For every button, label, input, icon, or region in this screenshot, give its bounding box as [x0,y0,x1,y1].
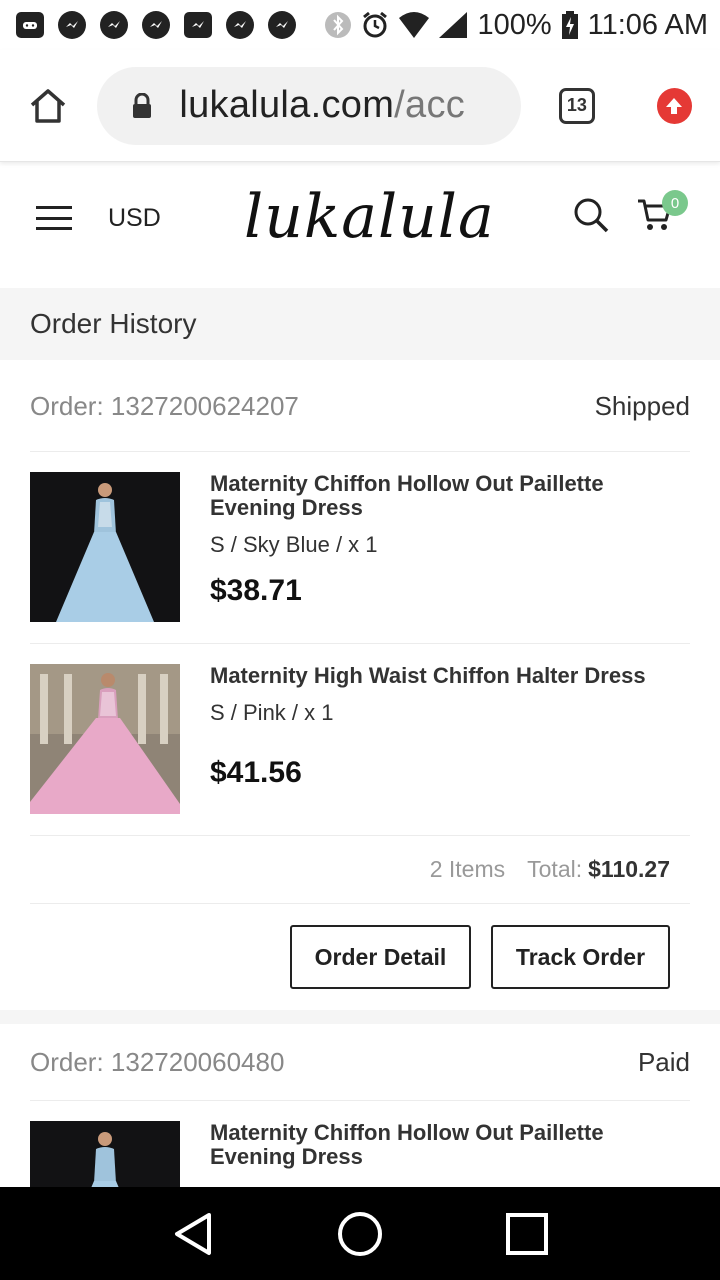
update-icon[interactable] [656,87,693,124]
bluetooth-icon [325,10,352,40]
order-status: Paid [637,1046,690,1077]
system-status: 100% 11:06 AM [325,9,708,42]
messenger-icon [100,11,128,39]
site-header: USD lukalula [0,168,720,268]
order-number: Order: 132720060480 [30,1046,285,1077]
clock: 11:06 AM [587,8,708,41]
cell-signal-icon [439,12,468,38]
product-variant: S / Sky Blue / x 1 [210,532,378,557]
product-price: $41.56 [210,756,302,789]
home-icon[interactable] [28,86,67,126]
order-separator [0,1010,720,1024]
order-header: Order: 132720060480 Paid [30,1024,690,1101]
messenger-icon [58,11,86,39]
notification-icons [16,11,296,39]
product-name[interactable]: Maternity High Waist Chiffon Halter Dres… [210,664,690,688]
url-bar[interactable]: lukalula.com/acc [97,66,522,145]
product-name[interactable]: Maternity Chiffon Hollow Out Paillette E… [210,472,690,520]
messenger-icon [142,11,170,39]
order-status: Shipped [594,391,690,421]
order-totals: 2 Items Total: $110.27 [30,836,690,904]
product-price: $38.71 [210,574,302,607]
order-item[interactable]: Maternity High Waist Chiffon Halter Dres… [30,664,690,814]
order-header: Order: 1327200624207 Shipped [30,362,690,452]
battery-icon [561,11,578,39]
currency-selector[interactable]: USD [108,204,161,233]
messenger-icon [226,11,254,39]
browser-toolbar: lukalula.com/acc 13 [0,50,720,162]
system-nav-bar [0,1187,720,1280]
order-item[interactable]: Maternity Chiffon Hollow Out Paillette E… [30,472,690,622]
product-thumbnail[interactable] [30,472,180,622]
cart-count-badge: 0 [662,190,688,216]
total-label: Total: [527,856,583,882]
recents-icon[interactable] [505,1212,549,1256]
divider [30,643,690,644]
total-value: $110.27 [588,856,670,882]
item-count: 2 Items [429,856,506,882]
track-order-button[interactable]: Track Order [491,925,670,989]
page-title: Order History [0,288,720,360]
site-logo[interactable]: lukalula [244,182,495,252]
product-name[interactable]: Maternity Chiffon Hollow Out Paillette E… [210,1121,690,1169]
product-thumbnail[interactable] [30,664,180,814]
wifi-icon [399,12,430,38]
search-icon[interactable] [572,196,610,239]
tab-switcher-button[interactable]: 13 [559,87,595,124]
order-detail-button[interactable]: Order Detail [290,925,471,989]
back-icon[interactable] [171,1211,215,1257]
gamepad-icon [16,12,44,38]
url-text: lukalula.com/acc [179,84,466,126]
battery-percent: 100% [477,8,552,41]
alarm-icon [361,11,389,39]
home-circle-icon[interactable] [337,1211,383,1257]
lock-icon [131,92,153,119]
chat-icon [184,12,212,38]
messenger-icon [268,11,296,39]
hamburger-menu-icon[interactable] [36,206,72,230]
status-bar: 100% 11:06 AM [0,0,720,50]
order-number: Order: 1327200624207 [30,391,299,421]
product-variant: S / Pink / x 1 [210,700,334,725]
